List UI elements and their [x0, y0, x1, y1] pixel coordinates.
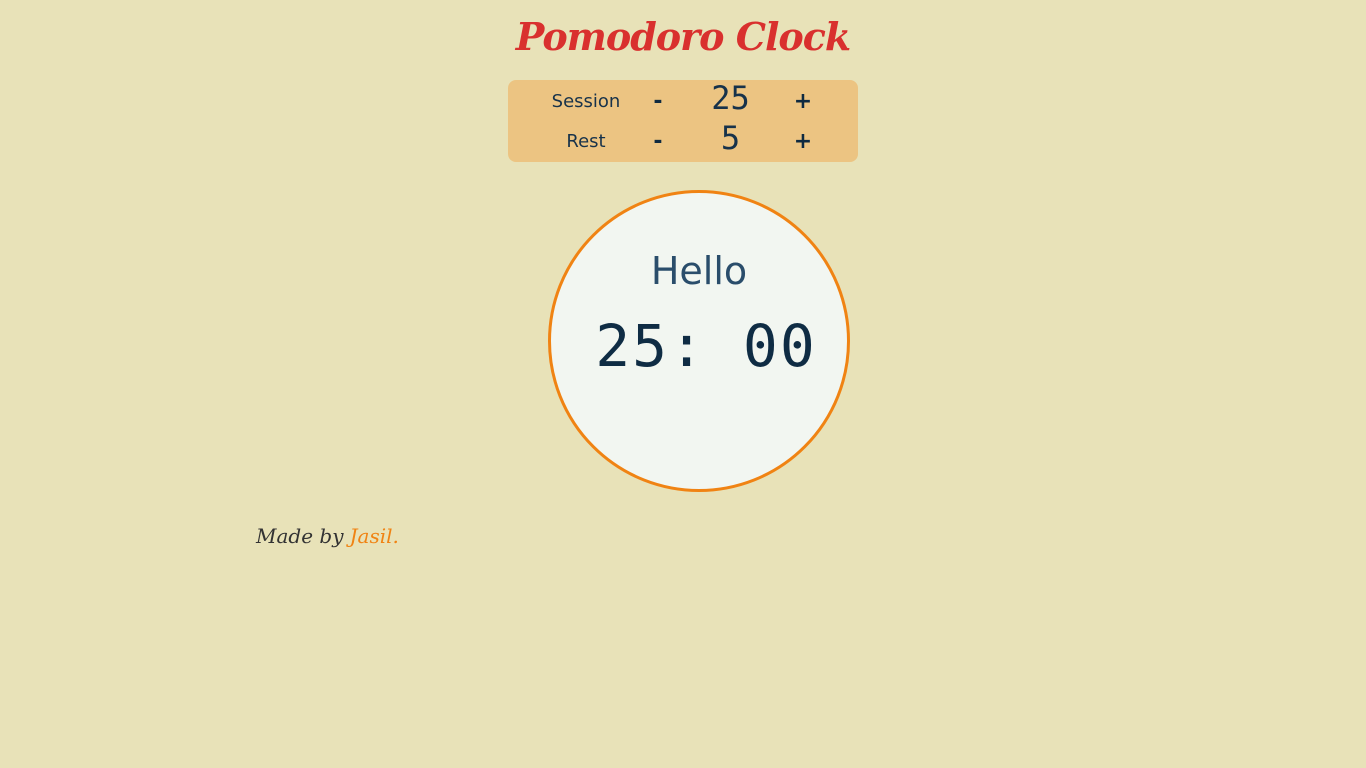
page: Pomodoro Clock Session - 25 + Rest - 5 +…: [0, 0, 1366, 768]
timer-clock-button[interactable]: Hello 25: 00: [548, 190, 850, 492]
timer-display: 25: 00: [595, 312, 817, 380]
timer-status-text: Hello: [650, 249, 748, 293]
session-label: Session: [551, 91, 621, 112]
page-title: Pomodoro Clock: [515, 14, 851, 59]
rest-decrement-button[interactable]: -: [643, 122, 673, 162]
settings-panel: Session - 25 + Rest - 5 +: [508, 79, 858, 162]
rest-label: Rest: [566, 131, 606, 152]
session-length-value: 25: [711, 79, 750, 117]
made-by-text: Made by: [256, 524, 344, 548]
rest-length-value: 5: [720, 119, 741, 157]
session-increment-button[interactable]: +: [788, 82, 818, 122]
rest-row: Rest - 5 +: [508, 119, 858, 162]
author-link[interactable]: Jasil.: [350, 524, 399, 548]
footer-credit: Made by Jasil.: [256, 520, 399, 552]
session-decrement-button[interactable]: -: [643, 82, 673, 122]
rest-increment-button[interactable]: +: [788, 122, 818, 162]
session-row: Session - 25 +: [508, 79, 858, 122]
